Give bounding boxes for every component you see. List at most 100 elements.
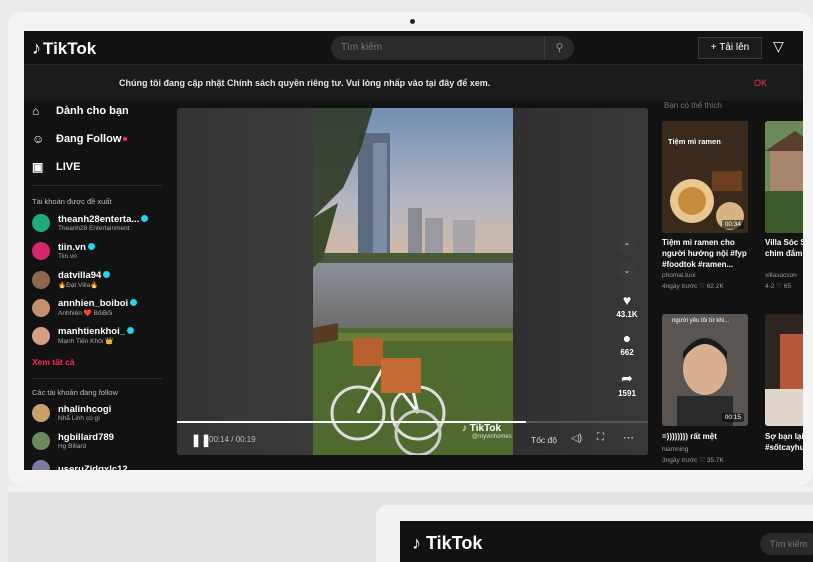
sidebar: ⌂ Dành cho bạn ☺ Đang Follow ▣ LIVE Tài … bbox=[24, 101, 174, 470]
account-name: hgbillard789 bbox=[58, 432, 114, 443]
divider bbox=[32, 185, 162, 186]
video-thumbnail[interactable]: người yêu tôi từ khi... 00:15 bbox=[662, 314, 748, 426]
video-title[interactable]: =)))))))) rất mệt bbox=[662, 431, 748, 442]
previous-video-button[interactable]: ⌃ bbox=[618, 238, 636, 256]
avatar bbox=[32, 404, 50, 422]
followed-account[interactable]: useruZidqxlc12 bbox=[32, 460, 128, 470]
suggested-account[interactable]: datvilla94 🔥Đạt Villa🔥 bbox=[32, 270, 111, 289]
suggested-account[interactable]: theanh28enterta... Theanh28 Entertainmen… bbox=[32, 214, 149, 232]
like-button[interactable]: ♥ 43.1K bbox=[611, 292, 643, 319]
share-icon: ➦ bbox=[621, 370, 633, 386]
followed-account[interactable]: hgbillard789 Hg Billard bbox=[32, 432, 114, 450]
video-player[interactable]: ⌃ ⌄ ♥ 43.1K ● 662 ➦ 1591 ♪ TikTok @myvin… bbox=[177, 108, 648, 455]
account-subtitle: Nhã Linh có gì bbox=[58, 415, 100, 422]
avatar bbox=[32, 460, 50, 470]
laptop-edge bbox=[8, 486, 813, 492]
banner-message[interactable]: Chúng tôi đang cập nhật Chính sách quyền… bbox=[119, 78, 490, 88]
share-button[interactable]: ➦ 1591 bbox=[611, 370, 643, 398]
search-icon[interactable]: ⚲ bbox=[544, 36, 574, 60]
suggested-account[interactable]: annhien_boiboi Anhhiên ❤️ BốiBối bbox=[32, 298, 138, 317]
account-name: datvilla94 bbox=[58, 270, 102, 281]
divider bbox=[32, 378, 162, 379]
verified-icon bbox=[141, 215, 149, 222]
account-name: nhalinhcogi bbox=[58, 404, 112, 415]
more-options-icon[interactable]: ⋯ bbox=[623, 431, 634, 444]
verified-icon bbox=[130, 299, 138, 306]
notification-dot bbox=[123, 137, 128, 141]
playback-time: 00:14 / 00:19 bbox=[209, 435, 256, 444]
search-input[interactable]: Tìm kiếm bbox=[760, 533, 813, 555]
laptop-screen: ♪ TikTok Tìm kiếm ⚲ + Tải lên ▽ Chúng tô… bbox=[24, 31, 803, 470]
suggested-title: Tài khoản được đề xuất bbox=[32, 197, 112, 206]
tiktok-logo[interactable]: ♪ TikTok bbox=[412, 533, 482, 554]
verified-icon bbox=[87, 243, 95, 250]
next-video-button[interactable]: ⌄ bbox=[618, 262, 636, 280]
video-thumbnail[interactable]: Tiệm mì ramen 00:34 bbox=[662, 121, 748, 233]
progress-bar[interactable] bbox=[177, 421, 648, 423]
video-title[interactable]: Sợ bạn lại 🌶️#đậuxđ #sốtcayhu bbox=[765, 431, 803, 453]
verified-icon bbox=[127, 327, 135, 334]
villa-thumbnail-image bbox=[765, 121, 803, 233]
webcam bbox=[410, 19, 415, 24]
followed-account[interactable]: nhalinhcogi Nhã Linh có gì bbox=[32, 404, 111, 422]
privacy-banner: Chúng tôi đang cập nhật Chính sách quyền… bbox=[24, 65, 803, 101]
nav-following[interactable]: ☺ Đang Follow bbox=[32, 132, 128, 146]
comment-button[interactable]: ● 662 bbox=[611, 330, 643, 357]
comment-icon: ● bbox=[622, 330, 632, 346]
tiktok-logo[interactable]: ♪ TikTok bbox=[32, 38, 96, 59]
following-icon: ☺ bbox=[32, 132, 45, 146]
tiktok-note-icon: ♪ bbox=[412, 533, 421, 553]
comment-count: 662 bbox=[620, 348, 634, 357]
video-title[interactable]: Villa Sóc S cho kỳ ngh chim đắm bbox=[765, 237, 803, 259]
logo-text: TikTok bbox=[426, 533, 483, 553]
banner-ok-button[interactable]: OK bbox=[754, 78, 767, 88]
see-all-link[interactable]: Xem tất cả bbox=[32, 357, 75, 367]
following-title: Các tài khoản đang follow bbox=[32, 388, 118, 397]
nav-label: Đang Follow bbox=[56, 133, 122, 145]
video-frame[interactable] bbox=[313, 108, 513, 455]
avatar bbox=[32, 270, 50, 289]
video-author[interactable]: phomai.tuoi bbox=[662, 272, 696, 279]
avatar bbox=[32, 432, 50, 450]
video-scene bbox=[313, 108, 513, 455]
account-subtitle: Mạnh Tiến Khôi 👑 bbox=[58, 338, 114, 345]
account-subtitle: Theanh28 Entertainment bbox=[58, 225, 130, 232]
nav-for-you[interactable]: ⌂ Dành cho bạn bbox=[32, 104, 129, 118]
related-header: Bạn có thể thích bbox=[664, 101, 722, 110]
second-laptop-screen: ♪ TikTok Tìm kiếm bbox=[400, 521, 813, 562]
inbox-icon[interactable]: ▽ bbox=[773, 38, 784, 55]
avatar bbox=[32, 242, 50, 260]
portrait-thumbnail-image bbox=[662, 314, 748, 426]
search-placeholder: Tìm kiếm bbox=[341, 42, 383, 53]
account-subtitle: Tiin.vn bbox=[58, 253, 77, 260]
fullscreen-icon[interactable]: ⛶ bbox=[597, 432, 604, 443]
speed-button[interactable]: Tốc độ bbox=[531, 435, 557, 445]
account-name: tiin.vn bbox=[58, 242, 86, 253]
avatar bbox=[32, 298, 50, 317]
upload-button[interactable]: + Tải lên bbox=[698, 37, 762, 59]
nav-label: LIVE bbox=[56, 161, 81, 173]
video-author[interactable]: hiamning bbox=[662, 446, 688, 453]
video-author[interactable]: villasocson bbox=[765, 272, 797, 279]
share-count: 1591 bbox=[618, 389, 636, 398]
avatar bbox=[32, 214, 50, 232]
nav-live[interactable]: ▣ LIVE bbox=[32, 160, 80, 174]
video-thumbnail[interactable] bbox=[765, 121, 803, 233]
account-subtitle: Hg Billard bbox=[58, 443, 87, 450]
top-bar: ♪ TikTok Tìm kiếm ⚲ + Tải lên ▽ bbox=[24, 31, 803, 65]
like-count: 43.1K bbox=[616, 310, 638, 319]
live-icon: ▣ bbox=[32, 160, 44, 174]
search-input[interactable]: Tìm kiếm ⚲ bbox=[331, 36, 574, 60]
account-name: manhtienkhoi_ bbox=[58, 326, 126, 337]
suggested-account[interactable]: tiin.vn Tiin.vn bbox=[32, 242, 95, 260]
thumbnail-caption: Tiệm mì ramen bbox=[668, 137, 721, 146]
home-icon: ⌂ bbox=[32, 104, 40, 118]
volume-icon[interactable]: ◁) bbox=[571, 433, 582, 444]
heart-icon: ♥ bbox=[622, 292, 632, 308]
account-name: annhien_boiboi bbox=[58, 298, 129, 309]
suggested-account[interactable]: manhtienkhoi_ Mạnh Tiến Khôi 👑 bbox=[32, 326, 135, 345]
progress-fill bbox=[177, 421, 526, 423]
video-thumbnail[interactable] bbox=[765, 314, 803, 426]
avatar bbox=[32, 326, 50, 345]
video-title[interactable]: Tiệm mì ramen cho người hướng nội #fyp #… bbox=[662, 237, 748, 270]
